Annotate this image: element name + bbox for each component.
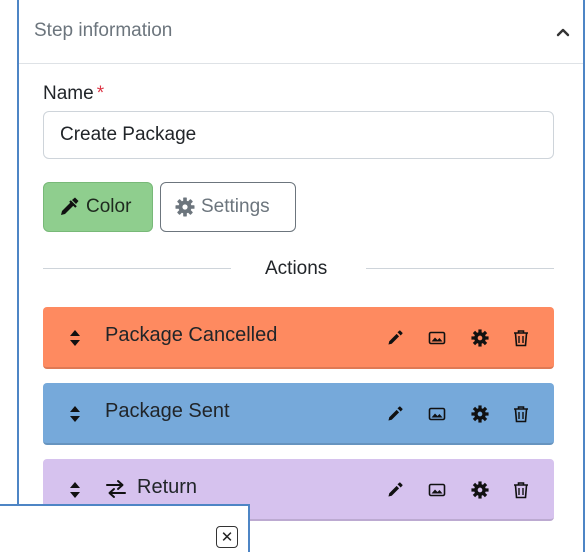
- name-input[interactable]: [43, 111, 554, 159]
- image-icon[interactable]: [428, 329, 446, 347]
- image-icon[interactable]: [428, 481, 446, 499]
- swap-arrows-icon: [106, 480, 126, 498]
- gear-icon[interactable]: [471, 329, 489, 347]
- eyedropper-icon[interactable]: [386, 329, 404, 347]
- step-information-panel: Step information Name* Color: [17, 0, 585, 552]
- settings-button-label: Settings: [201, 196, 270, 217]
- gear-icon[interactable]: [471, 405, 489, 423]
- close-button[interactable]: ✕: [216, 526, 238, 548]
- popup-box: ✕: [0, 504, 250, 552]
- action-label: Return: [137, 476, 198, 498]
- eyedropper-icon[interactable]: [386, 405, 404, 423]
- eyedropper-icon[interactable]: [386, 481, 404, 499]
- eyedropper-icon: [61, 197, 79, 215]
- divider-left: [43, 268, 231, 269]
- trash-icon[interactable]: [512, 329, 530, 347]
- color-button-label: Color: [86, 196, 132, 217]
- trash-icon[interactable]: [512, 405, 530, 423]
- action-label: Package Cancelled: [105, 324, 278, 346]
- panel-title: Step information: [34, 20, 173, 41]
- sort-handle-icon[interactable]: [69, 405, 81, 423]
- divider-right: [366, 268, 554, 269]
- required-marker: *: [96, 83, 105, 104]
- action-label: Package Sent: [105, 400, 230, 422]
- gear-icon: [175, 197, 195, 217]
- actions-heading: Actions: [265, 258, 328, 279]
- name-label-text: Name: [43, 83, 94, 104]
- sort-handle-icon[interactable]: [69, 329, 81, 347]
- panel-header[interactable]: Step information: [19, 0, 583, 64]
- name-label: Name *: [43, 83, 104, 105]
- action-item-package-sent[interactable]: Package Sent: [43, 383, 554, 445]
- action-item-package-cancelled[interactable]: Package Cancelled: [43, 307, 554, 369]
- settings-button[interactable]: Settings: [160, 182, 296, 232]
- trash-icon[interactable]: [512, 481, 530, 499]
- image-icon[interactable]: [428, 405, 446, 423]
- color-button[interactable]: Color: [43, 182, 153, 232]
- chevron-up-icon[interactable]: [555, 24, 571, 40]
- gear-icon[interactable]: [471, 481, 489, 499]
- sort-handle-icon[interactable]: [69, 481, 81, 499]
